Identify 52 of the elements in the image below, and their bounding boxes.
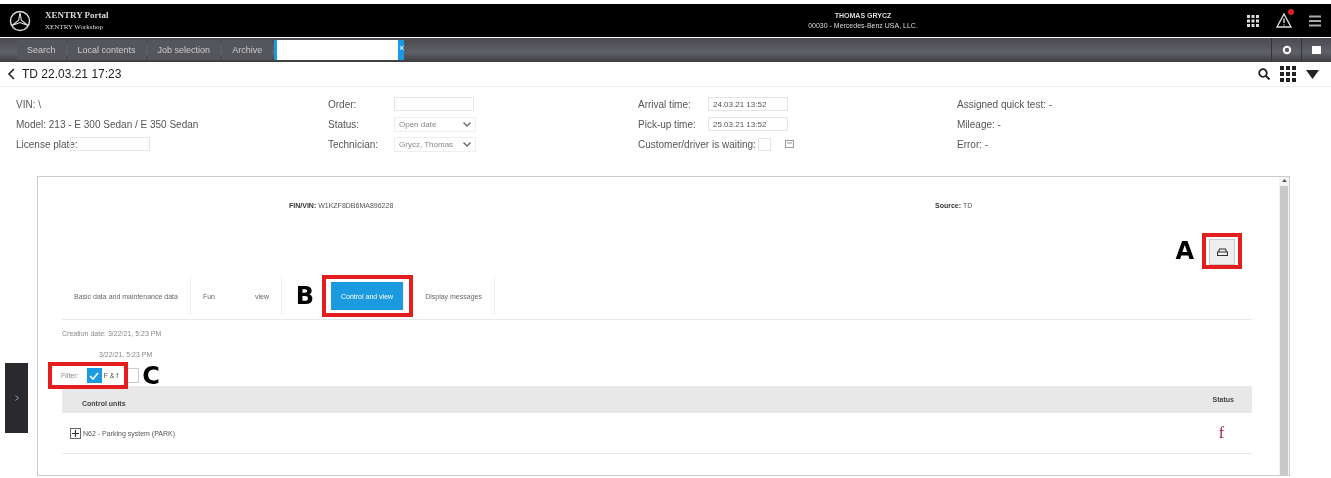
callout-letter: A [1175, 237, 1194, 265]
info-text: Model: 213 - E 300 Sedan / E 350 Sedan [16, 118, 199, 130]
grid-icon[interactable] [1247, 14, 1259, 27]
nav-tab[interactable]: Search [17, 40, 66, 60]
scroll-thumb[interactable] [1280, 186, 1288, 475]
calendar-icon[interactable] [784, 140, 794, 148]
input-field[interactable]: 25.03.21 13:52 [708, 117, 788, 131]
field-label: Technician: [328, 138, 380, 150]
chevron-icon [463, 141, 471, 147]
menu-icon[interactable] [1309, 14, 1321, 27]
nav-tab[interactable]: × [274, 40, 405, 60]
field-label: Status: [328, 118, 361, 130]
field-label: Arrival time: [638, 98, 692, 110]
close-icon[interactable]: × [398, 43, 405, 53]
plus-icon [72, 429, 79, 437]
info-text: Assigned quick test: - [957, 98, 1053, 110]
grid-icon[interactable] [1280, 66, 1296, 82]
search-icon[interactable] [1258, 68, 1270, 80]
star-logo-icon [9, 9, 31, 32]
square-icon [1312, 46, 1321, 54]
back-icon[interactable] [7, 68, 15, 80]
nav-tab[interactable]: Archive [222, 40, 273, 60]
field-label: Pick-up time: [638, 118, 697, 130]
input-field[interactable] [394, 97, 474, 111]
dropdown[interactable]: Grycz, Thomas [394, 136, 476, 152]
callout-letter: C [142, 361, 160, 390]
chevron-right-icon [14, 395, 19, 401]
chevron-icon [463, 121, 471, 127]
side-panel-toggle[interactable] [5, 363, 28, 433]
warning-icon[interactable] [1276, 13, 1292, 28]
dropdown[interactable]: Open date [394, 116, 476, 132]
checkbox[interactable] [86, 368, 102, 383]
checkmark-icon [89, 371, 99, 380]
car-icon [1216, 247, 1228, 257]
page-title: TD 22.03.21 17:23 [22, 67, 122, 81]
status-text: f [1218, 424, 1224, 442]
info-text: Error: - [957, 138, 989, 150]
app-title: XENTRY Portal [45, 10, 109, 20]
expand-toggle[interactable] [70, 427, 81, 439]
scroll-up-icon [1281, 179, 1287, 182]
vehicle-button[interactable] [1209, 239, 1235, 265]
info-text: VIN: \ [16, 98, 41, 110]
settings-icon [1281, 45, 1292, 55]
callout-letter: B [295, 282, 314, 310]
field-label: Customer/driver is waiting: [638, 138, 756, 150]
scrollbar[interactable] [1279, 177, 1289, 475]
input-field[interactable]: 24.03.21 13:52 [708, 97, 788, 111]
info-text: Mileage: - [957, 118, 1001, 130]
field-label: Order: [328, 98, 358, 110]
caret-icon[interactable] [1306, 69, 1319, 79]
nav-tab[interactable]: Job selection [147, 40, 221, 60]
nav-tab[interactable]: Local contents [67, 40, 146, 60]
